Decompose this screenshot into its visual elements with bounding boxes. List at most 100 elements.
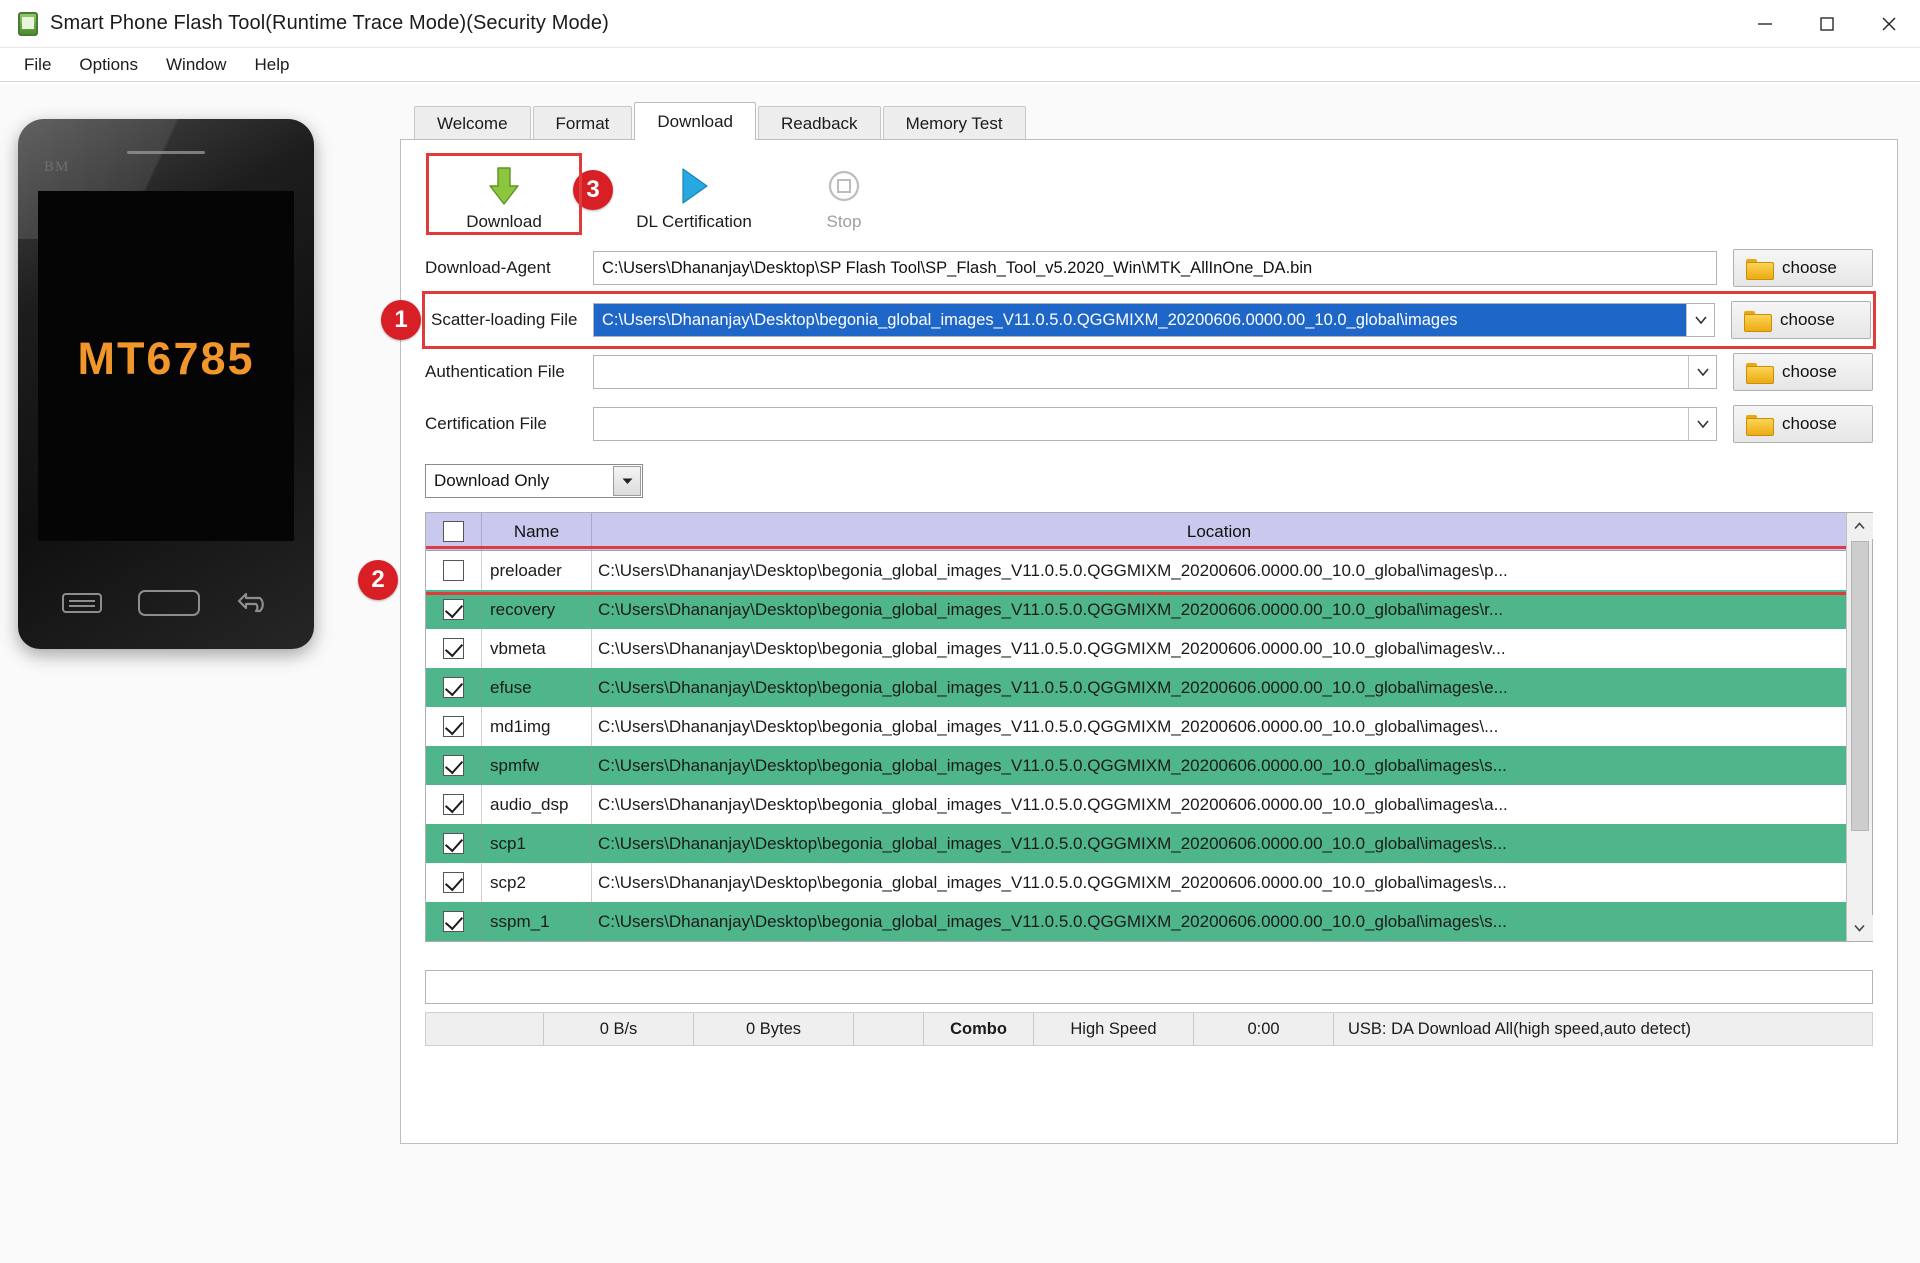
row-checkbox-cell[interactable]: [426, 590, 482, 629]
row-location: C:\Users\Dhananjay\Desktop\begonia_globa…: [592, 629, 1846, 668]
row-checkbox-cell[interactable]: [426, 785, 482, 824]
row-checkbox[interactable]: [443, 599, 464, 620]
progress-bar: [425, 970, 1873, 1004]
stop-button[interactable]: Stop: [769, 156, 919, 232]
download-agent-input[interactable]: C:\Users\Dhananjay\Desktop\SP Flash Tool…: [593, 251, 1717, 285]
row-checkbox-cell[interactable]: [426, 707, 482, 746]
row-checkbox[interactable]: [443, 794, 464, 815]
row-name: preloader: [482, 551, 592, 590]
authentication-file-combo[interactable]: [593, 355, 1717, 389]
menu-button-icon: [62, 593, 102, 613]
window-controls: [1734, 0, 1920, 48]
device-preview-pane: BM MT6785: [0, 84, 330, 804]
table-row[interactable]: spmfw C:\Users\Dhananjay\Desktop\begonia…: [426, 746, 1846, 785]
select-all-checkbox[interactable]: [443, 521, 464, 542]
row-checkbox-cell[interactable]: [426, 668, 482, 707]
chevron-down-icon[interactable]: [1686, 304, 1714, 336]
tab-readback[interactable]: Readback: [758, 106, 881, 140]
download-button-label: Download: [429, 212, 579, 232]
row-checkbox[interactable]: [443, 677, 464, 698]
row-checkbox-cell[interactable]: [426, 629, 482, 668]
table-row[interactable]: scp1 C:\Users\Dhananjay\Desktop\begonia_…: [426, 824, 1846, 863]
close-icon[interactable]: [1858, 0, 1920, 48]
header-select-all[interactable]: [426, 513, 482, 550]
row-checkbox[interactable]: [443, 716, 464, 737]
download-mode-select[interactable]: Download Only: [425, 464, 643, 498]
scatter-loading-file-choose-label: choose: [1780, 310, 1835, 330]
certification-file-choose-label: choose: [1782, 414, 1837, 434]
certification-file-input[interactable]: [594, 408, 1688, 440]
table-row[interactable]: preloader C:\Users\Dhananjay\Desktop\beg…: [426, 551, 1846, 590]
title-bar: Smart Phone Flash Tool(Runtime Trace Mod…: [0, 0, 1920, 48]
row-checkbox[interactable]: [443, 560, 464, 581]
home-button-icon: [138, 590, 200, 616]
table-row[interactable]: efuse C:\Users\Dhananjay\Desktop\begonia…: [426, 668, 1846, 707]
scatter-loading-file-input[interactable]: C:\Users\Dhananjay\Desktop\begonia_globa…: [594, 304, 1686, 336]
chevron-down-icon[interactable]: [1688, 408, 1716, 440]
row-checkbox-cell[interactable]: [426, 902, 482, 941]
dl-certification-label: DL Certification: [619, 212, 769, 232]
maximize-icon[interactable]: [1796, 0, 1858, 48]
authentication-file-row: Authentication File choose: [425, 346, 1873, 398]
row-checkbox[interactable]: [443, 833, 464, 854]
row-checkbox-cell[interactable]: [426, 551, 482, 590]
partition-table-body: Name Location preloader C:\Users\Dhananj…: [426, 513, 1846, 941]
row-location: C:\Users\Dhananjay\Desktop\begonia_globa…: [592, 746, 1846, 785]
scroll-down-icon[interactable]: [1847, 915, 1873, 941]
menu-item-help[interactable]: Help: [240, 51, 303, 79]
status-bar: 0 B/s 0 Bytes Combo High Speed 0:00 USB:…: [425, 1012, 1873, 1046]
table-row[interactable]: recovery C:\Users\Dhananjay\Desktop\bego…: [426, 590, 1846, 629]
authentication-file-choose-label: choose: [1782, 362, 1837, 382]
row-checkbox[interactable]: [443, 911, 464, 932]
row-checkbox[interactable]: [443, 638, 464, 659]
row-checkbox-cell[interactable]: [426, 824, 482, 863]
scatter-loading-file-choose-button[interactable]: choose: [1731, 301, 1871, 339]
chevron-down-icon[interactable]: [1688, 356, 1716, 388]
row-location: C:\Users\Dhananjay\Desktop\begonia_globa…: [592, 707, 1846, 746]
certification-file-choose-button[interactable]: choose: [1733, 405, 1873, 443]
dl-certification-button[interactable]: DL Certification: [619, 156, 769, 232]
row-checkbox[interactable]: [443, 755, 464, 776]
certification-file-row: Certification File choose: [425, 398, 1873, 450]
tab-memory-test[interactable]: Memory Test: [883, 106, 1026, 140]
menu-item-window[interactable]: Window: [152, 51, 240, 79]
chevron-down-icon[interactable]: [613, 466, 641, 496]
tab-download-label: Download: [657, 112, 733, 132]
table-row[interactable]: scp2 C:\Users\Dhananjay\Desktop\begonia_…: [426, 863, 1846, 902]
download-button[interactable]: Download: [429, 156, 579, 232]
folder-icon: [1746, 362, 1772, 382]
download-panel: Download 3 DL Certification: [400, 139, 1898, 1144]
minimize-icon[interactable]: [1734, 0, 1796, 48]
table-row[interactable]: audio_dsp C:\Users\Dhananjay\Desktop\beg…: [426, 785, 1846, 824]
row-name: scp2: [482, 863, 592, 902]
row-name: scp1: [482, 824, 592, 863]
tab-format[interactable]: Format: [533, 106, 633, 140]
row-checkbox[interactable]: [443, 872, 464, 893]
scatter-loading-file-combo[interactable]: C:\Users\Dhananjay\Desktop\begonia_globa…: [593, 303, 1715, 337]
menu-item-file[interactable]: File: [10, 51, 65, 79]
annotation-badge-3: 3: [573, 170, 613, 210]
scrollbar-thumb[interactable]: [1851, 541, 1869, 831]
scroll-up-icon[interactable]: [1847, 513, 1873, 539]
row-name: audio_dsp: [482, 785, 592, 824]
folder-icon: [1746, 258, 1772, 278]
table-row[interactable]: sspm_1 C:\Users\Dhananjay\Desktop\begoni…: [426, 902, 1846, 941]
status-elapsed: 0:00: [1194, 1013, 1334, 1045]
tab-download[interactable]: Download: [634, 102, 756, 140]
scatter-loading-file-row: 1 Scatter-loading File C:\Users\Dhananja…: [425, 294, 1873, 346]
status-bytes: 0 Bytes: [694, 1013, 854, 1045]
row-checkbox-cell[interactable]: [426, 746, 482, 785]
download-agent-choose-button[interactable]: choose: [1733, 249, 1873, 287]
table-vertical-scrollbar[interactable]: [1846, 513, 1872, 941]
certification-file-combo[interactable]: [593, 407, 1717, 441]
scatter-loading-file-label: Scatter-loading File: [425, 310, 593, 330]
table-row[interactable]: md1img C:\Users\Dhananjay\Desktop\begoni…: [426, 707, 1846, 746]
authentication-file-choose-button[interactable]: choose: [1733, 353, 1873, 391]
table-row[interactable]: vbmeta C:\Users\Dhananjay\Desktop\begoni…: [426, 629, 1846, 668]
play-triangle-icon: [619, 162, 769, 210]
authentication-file-input[interactable]: [594, 356, 1688, 388]
app-icon: [18, 12, 38, 36]
row-checkbox-cell[interactable]: [426, 863, 482, 902]
tab-welcome[interactable]: Welcome: [414, 106, 531, 140]
menu-item-options[interactable]: Options: [65, 51, 152, 79]
